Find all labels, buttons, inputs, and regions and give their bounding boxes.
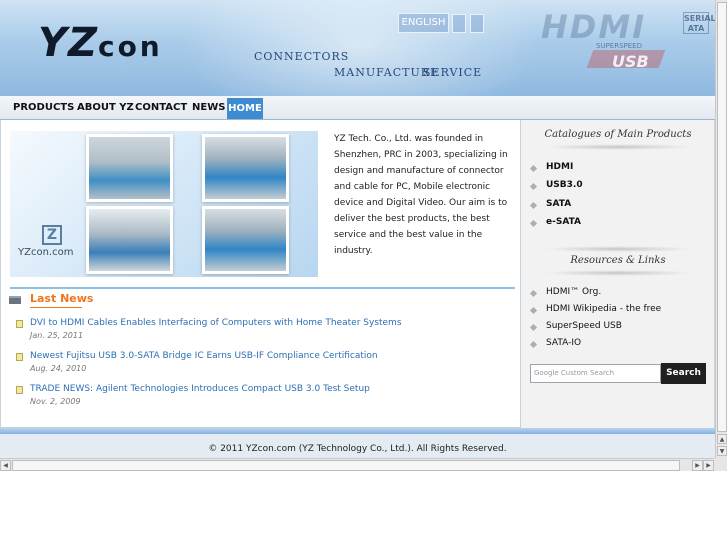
resource-label[interactable]: HDMI™ Org. (546, 287, 601, 297)
hero-banner: Z YZcon.com (10, 131, 318, 277)
link-connectors[interactable]: CONNECTORS (254, 50, 349, 63)
diamond-icon (529, 289, 538, 298)
vertical-scroll-thumb[interactable] (717, 2, 727, 432)
resources-heading: Resources & Links (570, 255, 666, 266)
nav-home[interactable]: HOME (227, 98, 263, 119)
product-label[interactable]: HDMI (546, 162, 573, 172)
main-content: Z YZcon.com YZ Tech. Co., Ltd. was found… (0, 120, 521, 428)
news-link[interactable]: TRADE NEWS: Agilent Technologies Introdu… (30, 384, 370, 394)
language-english-button[interactable]: ENGLISH (398, 13, 449, 33)
nav-products[interactable]: PRODUCTS (13, 102, 74, 113)
factory-photo-3 (86, 206, 173, 274)
scroll-down-arrow-icon[interactable]: ▼ (717, 446, 727, 456)
header-banner: YZcon CONNECTORS MANUFACTURE SERVICE ENG… (0, 0, 715, 96)
horizontal-scroll-thumb[interactable] (12, 460, 680, 471)
factory-photo-4 (202, 206, 289, 274)
scroll-corner (715, 458, 727, 471)
scroll-left-arrow-icon[interactable]: ◀ (0, 460, 11, 471)
diamond-icon (529, 306, 538, 315)
heading-shadow (543, 270, 693, 276)
link-service[interactable]: SERVICE (423, 66, 482, 79)
search-button[interactable]: Search (661, 363, 706, 384)
hdmi-logo: HDMI (541, 8, 647, 46)
scroll-right-arrow-icon[interactable]: ▶ (703, 460, 714, 471)
company-intro: YZ Tech. Co., Ltd. was founded in Shenzh… (334, 134, 508, 256)
product-label[interactable]: SATA (546, 199, 571, 209)
vertical-scrollbar[interactable]: ▲ ▼ (715, 0, 727, 458)
diamond-icon (529, 201, 538, 210)
diamond-icon (529, 182, 538, 191)
resource-label[interactable]: SuperSpeed USB (546, 321, 622, 331)
news-date: Aug. 24, 2010 (30, 364, 87, 373)
language-button-2[interactable] (452, 14, 466, 33)
product-label[interactable]: e-SATA (546, 217, 581, 227)
search-input[interactable]: Google Custom Search (530, 364, 661, 383)
diamond-icon (529, 340, 538, 349)
nav-news[interactable]: NEWS (192, 102, 225, 113)
hero-brand-text: YZcon.com (18, 247, 74, 258)
bullet-icon (16, 353, 23, 361)
news-date: Nov. 2, 2009 (30, 397, 81, 406)
news-heading: Last News (30, 292, 94, 305)
catalogues-heading: Catalogues of Main Products (544, 129, 692, 140)
resource-label[interactable]: HDMI Wikipedia - the free (546, 304, 661, 314)
main-nav: PRODUCTS ABOUT YZ CONTACT NEWS HOME (0, 96, 715, 120)
product-label[interactable]: USB3.0 (546, 180, 583, 190)
header-glow (180, 0, 540, 96)
footer: © 2011 YZcon.com (YZ Technology Co., Ltd… (0, 434, 715, 458)
news-link[interactable]: DVI to HDMI Cables Enables Interfacing o… (30, 318, 402, 328)
news-date: Jan. 25, 2011 (30, 331, 84, 340)
news-icon (9, 296, 21, 304)
sidebar: Catalogues of Main Products HDMI USB3.0 … (521, 120, 715, 428)
section-shadow (543, 246, 693, 252)
usb-logo: SUPERSPEED USB (586, 42, 666, 82)
nav-contact[interactable]: CONTACT (135, 102, 187, 113)
diamond-icon (529, 164, 538, 173)
diamond-icon (529, 219, 538, 228)
page-viewport: YZcon CONNECTORS MANUFACTURE SERVICE ENG… (0, 0, 715, 458)
nav-about[interactable]: ABOUT YZ (77, 102, 134, 113)
logo-con: con (97, 30, 163, 63)
language-button-3[interactable] (470, 14, 484, 33)
section-divider (10, 287, 515, 289)
diamond-icon (529, 323, 538, 332)
hero-brand-mark: Z (42, 225, 62, 245)
bullet-icon (16, 386, 23, 394)
news-link[interactable]: Newest Fujitsu USB 3.0-SATA Bridge IC Ea… (30, 351, 378, 361)
scroll-up-arrow-icon[interactable]: ▲ (717, 434, 727, 444)
logo-yz: YZ (38, 20, 98, 66)
factory-photo-1 (86, 134, 173, 202)
sata-logo: SERIAL ATA (683, 12, 715, 34)
news-heading-underline (30, 307, 82, 308)
heading-shadow (543, 144, 693, 150)
factory-photo-2 (202, 134, 289, 202)
bullet-icon (16, 320, 23, 328)
resource-label[interactable]: SATA-IO (546, 338, 581, 348)
hero-brand: Z YZcon.com (18, 225, 73, 258)
horizontal-scrollbar[interactable]: ◀ ▶ ▶ (0, 458, 715, 471)
site-logo[interactable]: YZcon (38, 20, 163, 66)
usb-logo-text: USB (612, 52, 649, 71)
usb-logo-sub: SUPERSPEED (596, 42, 642, 50)
scroll-right-arrow-icon[interactable]: ▶ (692, 460, 703, 471)
